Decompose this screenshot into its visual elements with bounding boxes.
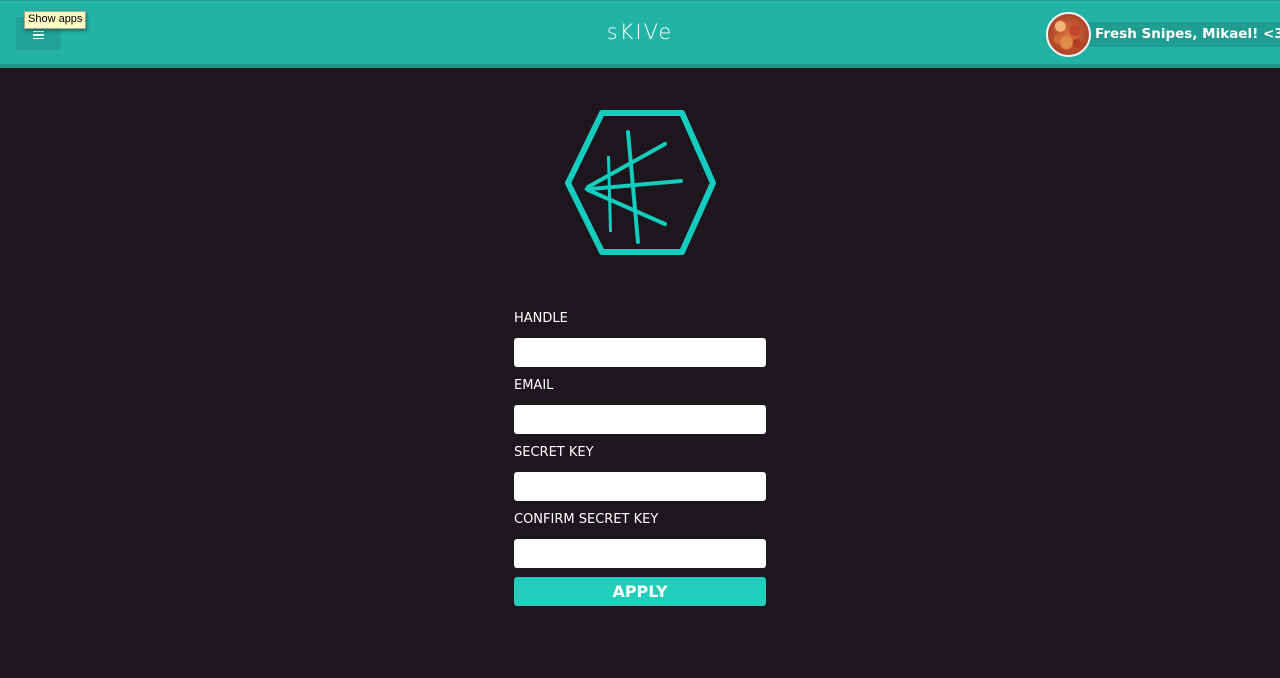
application-form: HANDLE EMAIL SECRET KEY CONFIRM SECRET K… xyxy=(514,309,766,606)
avatar[interactable] xyxy=(1046,12,1091,57)
secret-key-label: SECRET KEY xyxy=(514,445,594,460)
apply-button[interactable]: APPLY xyxy=(514,577,766,606)
handle-field[interactable] xyxy=(514,338,766,367)
email-label: EMAIL xyxy=(514,378,554,393)
confirm-secret-key-label: CONFIRM SECRET KEY xyxy=(514,512,659,527)
skive-hexagon-logo-icon xyxy=(560,108,720,258)
user-greeting-button[interactable]: Fresh Snipes, Mikael! <3 xyxy=(1084,22,1280,47)
brand-logo-text[interactable]: sKIVe xyxy=(590,19,690,45)
secret-key-field[interactable] xyxy=(514,472,766,501)
email-field[interactable] xyxy=(514,405,766,434)
hamburger-icon xyxy=(33,30,44,40)
top-bar: sKIVe Fresh Snipes, Mikael! <3 xyxy=(0,0,1280,68)
confirm-secret-key-field[interactable] xyxy=(514,539,766,568)
tooltip: Show apps xyxy=(24,11,87,29)
handle-label: HANDLE xyxy=(514,311,568,326)
